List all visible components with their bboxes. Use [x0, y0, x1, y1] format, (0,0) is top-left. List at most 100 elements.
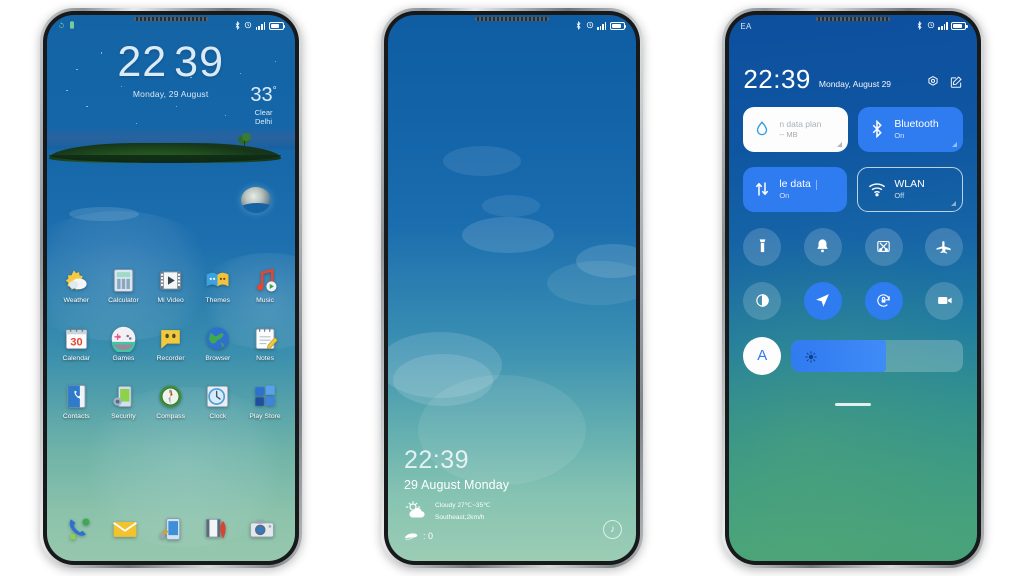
- earpiece-speaker: [816, 17, 891, 21]
- settings-gear-icon[interactable]: [926, 75, 940, 89]
- battery-saver-icon: [69, 21, 75, 31]
- tile-subtitle: On: [894, 131, 905, 141]
- home-indicator[interactable]: [835, 403, 872, 406]
- phone2-screen: 22:39 29 August Monday Cloudy 27℃~35℃ So…: [387, 15, 636, 561]
- airplane-mode-icon[interactable]: [925, 227, 964, 266]
- video-icon: [157, 267, 184, 294]
- tile-expand-corner[interactable]: [951, 200, 957, 206]
- tile-bluetooth[interactable]: Bluetooth On: [858, 106, 964, 152]
- step-counter[interactable]: : 0: [404, 531, 509, 541]
- dock: [47, 515, 295, 543]
- app-label: Contacts: [62, 413, 90, 420]
- weather-degree-symbol: °: [272, 85, 277, 97]
- phone-mockup-scene: 2239 Monday, 29 August 33° Clear Delhi: [0, 0, 1024, 576]
- camera-icon[interactable]: [248, 515, 276, 543]
- tile-mobile-data[interactable]: le data On: [743, 166, 848, 212]
- phone-manager-icon[interactable]: [157, 515, 185, 543]
- app-label: Compass: [156, 413, 185, 420]
- app-calculator[interactable]: Calculator: [103, 267, 143, 304]
- app-browser[interactable]: Browser: [198, 325, 238, 362]
- step-count: : 0: [422, 531, 433, 541]
- screenshot-icon[interactable]: [864, 227, 903, 266]
- phone-device-control-center: EA 22:39 Monday, August 29 n data plan -…: [722, 8, 985, 568]
- ringer-bell-icon[interactable]: [803, 227, 842, 266]
- calculator-icon: [110, 267, 137, 294]
- status-right-icons: [575, 20, 627, 32]
- app-compass[interactable]: N Compass: [151, 383, 191, 420]
- earpiece-speaker: [133, 17, 208, 21]
- control-center-body: 22:39 Monday, August 29 n data plan -- M…: [729, 15, 977, 561]
- location-icon[interactable]: [803, 281, 842, 320]
- security-icon: [110, 383, 137, 410]
- app-notes[interactable]: Notes: [245, 325, 285, 362]
- notes-icon: [252, 325, 279, 352]
- tile-title: n data plan: [779, 119, 822, 130]
- edit-icon[interactable]: [949, 75, 963, 89]
- data-drop-icon: [753, 120, 771, 138]
- weather-temp-range: Cloudy 27℃~35℃: [434, 502, 491, 509]
- status-right-icons: [916, 20, 968, 32]
- wallpaper-bubble: [392, 353, 493, 406]
- contacts-icon: [63, 383, 90, 410]
- media-icon[interactable]: [202, 515, 230, 543]
- rotation-lock-icon[interactable]: [864, 281, 903, 320]
- app-mi-video[interactable]: Mi Video: [151, 267, 191, 304]
- app-weather[interactable]: Weather: [56, 267, 96, 304]
- home-weather-widget[interactable]: 33° Clear Delhi: [250, 83, 276, 127]
- app-label: Notes: [256, 355, 274, 362]
- tile-title: le data: [779, 178, 811, 191]
- themes-icon: [204, 267, 231, 294]
- brightness-icon: [805, 350, 818, 363]
- app-label: Calendar: [62, 355, 91, 362]
- tile-text: n data plan -- MB: [779, 119, 821, 139]
- flashlight-icon[interactable]: [743, 227, 782, 266]
- brightness-slider[interactable]: [791, 339, 964, 372]
- mail-icon[interactable]: [111, 515, 139, 543]
- app-contacts[interactable]: Contacts: [56, 383, 96, 420]
- lock-date: 29 August Monday: [403, 478, 510, 492]
- app-recorder[interactable]: Recorder: [151, 325, 191, 362]
- dialer-icon[interactable]: [65, 515, 93, 543]
- phone1-screen: 2239 Monday, 29 August 33° Clear Delhi: [46, 15, 295, 561]
- screen-recorder-icon[interactable]: [925, 281, 964, 320]
- tile-divider: [816, 179, 818, 190]
- tile-data-plan[interactable]: n data plan -- MB: [743, 106, 849, 152]
- app-label: Recorder: [156, 355, 185, 362]
- dark-mode-icon[interactable]: [743, 281, 782, 320]
- app-row: Contacts Security N Compass Clock Play S…: [47, 383, 295, 420]
- bluetooth-icon: [916, 20, 923, 32]
- app-label: Security: [111, 413, 136, 420]
- app-calendar[interactable]: 30 Calendar: [56, 325, 96, 362]
- svg-text:30: 30: [70, 336, 82, 348]
- alarm-icon: [244, 21, 252, 31]
- wallpaper-bubble: [442, 146, 521, 177]
- tile-expand-corner[interactable]: [952, 141, 958, 147]
- phone-device-lock: 22:39 29 August Monday Cloudy 27℃~35℃ So…: [380, 8, 643, 568]
- tile-expand-corner[interactable]: [837, 141, 843, 147]
- earpiece-speaker: [474, 17, 549, 21]
- tile-text: le data On: [779, 178, 811, 200]
- music-shortcut-button[interactable]: ♪: [602, 520, 622, 539]
- app-themes[interactable]: Themes: [198, 267, 238, 304]
- battery-icon: [951, 22, 968, 30]
- recorder-icon: [157, 325, 184, 352]
- status-left-icons: EA: [740, 22, 751, 31]
- tree-icon: [236, 133, 253, 147]
- phone-bezel: 2239 Monday, 29 August 33° Clear Delhi: [42, 11, 299, 565]
- app-play-store[interactable]: Play Store: [245, 383, 285, 420]
- cc-date: Monday, August 29: [818, 78, 892, 89]
- weather-condition: Clear: [254, 108, 273, 117]
- app-clock[interactable]: Clock: [198, 383, 238, 420]
- phone-device-home: 2239 Monday, 29 August 33° Clear Delhi: [39, 8, 302, 568]
- app-games[interactable]: Games: [103, 325, 143, 362]
- app-security[interactable]: Security: [103, 383, 143, 420]
- tile-wlan[interactable]: WLAN Off: [857, 166, 964, 212]
- moon-icon: [240, 187, 271, 213]
- clock-icon: [204, 383, 231, 410]
- auto-brightness-label: A: [757, 347, 768, 365]
- browser-icon: [204, 325, 231, 352]
- auto-brightness-button[interactable]: A: [743, 336, 782, 375]
- battery-icon: [609, 22, 627, 30]
- app-music[interactable]: Music: [245, 267, 285, 304]
- lock-weather-widget[interactable]: Cloudy 27℃~35℃ Southeast,2km/h: [404, 501, 509, 521]
